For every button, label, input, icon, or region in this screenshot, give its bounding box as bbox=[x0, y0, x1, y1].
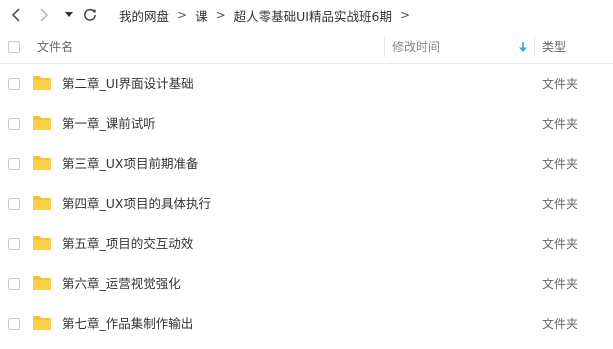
breadcrumb-item-course[interactable]: 课 bbox=[195, 6, 208, 25]
folder-icon bbox=[33, 236, 51, 250]
file-row[interactable]: 第五章_项目的交互动效 文件夹 bbox=[0, 224, 613, 264]
history-dropdown-button[interactable] bbox=[63, 0, 75, 30]
column-divider[interactable] bbox=[384, 37, 385, 57]
folder-icon bbox=[33, 316, 51, 330]
row-checkbox[interactable] bbox=[8, 278, 20, 290]
file-row[interactable]: 第二章_UI界面设计基础 文件夹 bbox=[0, 64, 613, 104]
row-checkbox[interactable] bbox=[8, 118, 20, 130]
row-checkbox[interactable] bbox=[8, 198, 20, 210]
column-divider[interactable] bbox=[534, 37, 535, 57]
dropdown-caret-icon bbox=[65, 12, 73, 17]
row-checkbox[interactable] bbox=[8, 318, 20, 330]
file-type: 文件夹 bbox=[542, 117, 579, 131]
file-row[interactable]: 第六章_运营视觉强化 文件夹 bbox=[0, 264, 613, 304]
column-header-name[interactable]: 文件名 bbox=[37, 30, 73, 64]
column-header-type[interactable]: 类型 bbox=[542, 30, 566, 64]
row-checkbox[interactable] bbox=[8, 238, 20, 250]
file-type: 文件夹 bbox=[542, 237, 579, 251]
toolbar: 我的网盘 > 课 > 超人零基础UI精品实战班6期 > bbox=[0, 0, 613, 30]
file-type: 文件夹 bbox=[542, 197, 579, 211]
select-all-checkbox[interactable] bbox=[8, 41, 20, 53]
file-list: 第二章_UI界面设计基础 文件夹 第一章_课前试听 文件夹 第三章_UX项目前期… bbox=[0, 64, 613, 344]
file-name[interactable]: 第四章_UX项目的具体执行 bbox=[62, 184, 211, 224]
sort-down-arrow-icon[interactable] bbox=[518, 41, 528, 53]
file-type: 文件夹 bbox=[542, 157, 579, 171]
file-type: 文件夹 bbox=[542, 77, 579, 91]
forward-arrow-icon bbox=[40, 8, 49, 22]
folder-icon bbox=[33, 156, 51, 170]
file-name[interactable]: 第一章_课前试听 bbox=[62, 104, 156, 144]
folder-icon bbox=[33, 116, 51, 130]
column-header-modified[interactable]: 修改时间 bbox=[392, 30, 440, 64]
file-row[interactable]: 第一章_课前试听 文件夹 bbox=[0, 104, 613, 144]
row-checkbox[interactable] bbox=[8, 78, 20, 90]
file-type: 文件夹 bbox=[542, 277, 579, 291]
file-row[interactable]: 第七章_作品集制作输出 文件夹 bbox=[0, 304, 613, 344]
file-name[interactable]: 第七章_作品集制作输出 bbox=[62, 304, 193, 344]
breadcrumb-separator: > bbox=[399, 8, 411, 22]
file-type: 文件夹 bbox=[542, 317, 579, 331]
folder-icon bbox=[33, 276, 51, 290]
breadcrumb-separator: > bbox=[177, 8, 188, 22]
breadcrumb: 我的网盘 > 课 > 超人零基础UI精品实战班6期 > bbox=[119, 0, 418, 30]
file-name[interactable]: 第三章_UX项目前期准备 bbox=[62, 144, 198, 184]
back-button[interactable] bbox=[8, 0, 24, 30]
row-checkbox[interactable] bbox=[8, 158, 20, 170]
folder-icon bbox=[33, 196, 51, 210]
file-name[interactable]: 第六章_运营视觉强化 bbox=[62, 264, 181, 304]
breadcrumb-separator: > bbox=[215, 8, 226, 22]
file-name[interactable]: 第二章_UI界面设计基础 bbox=[62, 64, 194, 104]
folder-icon bbox=[33, 76, 51, 90]
breadcrumb-item-my-drive[interactable]: 我的网盘 bbox=[119, 6, 169, 25]
back-arrow-icon bbox=[11, 8, 20, 22]
breadcrumb-item-current-folder[interactable]: 超人零基础UI精品实战班6期 bbox=[234, 6, 392, 25]
refresh-button[interactable] bbox=[81, 0, 99, 30]
forward-button[interactable] bbox=[36, 0, 52, 30]
file-name[interactable]: 第五章_项目的交互动效 bbox=[62, 224, 193, 264]
file-list-header: 文件名 修改时间 类型 bbox=[0, 30, 613, 64]
file-row[interactable]: 第四章_UX项目的具体执行 文件夹 bbox=[0, 184, 613, 224]
file-row[interactable]: 第三章_UX项目前期准备 文件夹 bbox=[0, 144, 613, 184]
refresh-icon bbox=[84, 8, 96, 21]
